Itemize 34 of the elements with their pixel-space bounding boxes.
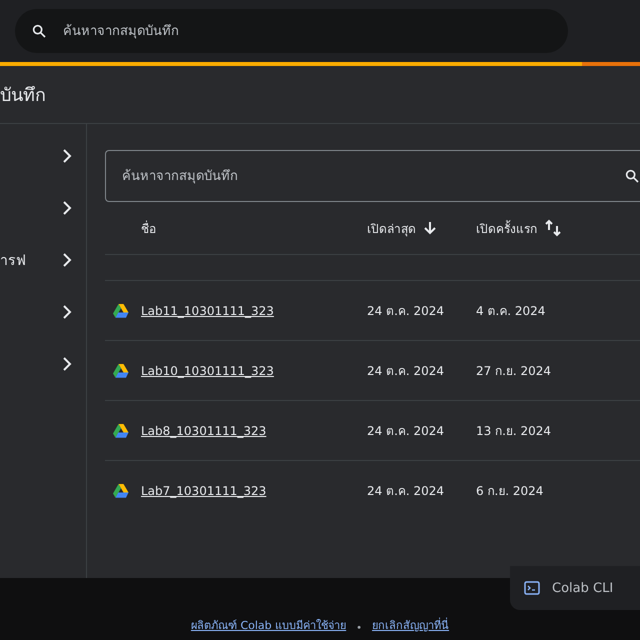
drive-icon	[113, 364, 129, 378]
search-icon	[624, 168, 640, 184]
separator-dot: •	[356, 623, 362, 634]
search-bar[interactable]: ค้นหาจากสมุดบันทึก	[15, 9, 568, 53]
search-icon	[31, 23, 47, 39]
footer-link[interactable]: ยกเลิกสัญญาที่นี่	[372, 616, 450, 634]
table-cell-text: 24 ต.ค. 2024	[367, 483, 446, 500]
dialog-title: บันทึก	[0, 84, 46, 108]
terminal-icon	[524, 581, 540, 595]
arrow-down-icon[interactable]	[424, 221, 436, 235]
search-input[interactable]: ค้นหาจากสมุดบันทึก	[120, 168, 616, 184]
column-header[interactable]: ชื่อ	[141, 218, 156, 238]
table-cell-text: 24 ต.ค. 2024	[367, 303, 446, 320]
drive-icon	[113, 484, 129, 498]
colab-cli-button[interactable]: Colab CLI	[510, 566, 640, 610]
table-cell-text: 27 ก.ย. 2024	[476, 363, 552, 380]
sidebar-item[interactable]: ารฟ	[0, 234, 86, 286]
column-header[interactable]: เปิดครั้งแรก	[476, 218, 537, 238]
drive-icon	[113, 424, 129, 438]
sidebar-label: ารฟ	[0, 252, 26, 271]
notebook-link[interactable]: Lab7_10301111_323	[141, 484, 266, 498]
notebook-link[interactable]: Lab11_10301111_323	[141, 304, 274, 318]
table-cell-text: 4 ต.ค. 2024	[476, 303, 546, 320]
table-cell-text: 6 ก.ย. 2024	[476, 483, 544, 500]
footer-link[interactable]: ผลิตภัณฑ์ Colab แบบมีค่าใช้จ่าย	[190, 616, 346, 634]
notebook-link[interactable]: Lab8_10301111_323	[141, 424, 266, 438]
notebook-link[interactable]: Lab10_10301111_323	[141, 364, 274, 378]
table-cell-text: 24 ต.ค. 2024	[367, 363, 446, 380]
search-field[interactable]: ค้นหาจากสมุดบันทึก	[105, 150, 640, 202]
table-cell-text: 24 ต.ค. 2024	[367, 423, 446, 440]
sort-arrows-icon[interactable]	[545, 219, 561, 237]
column-header[interactable]: เปิดล่าสุด	[367, 218, 416, 238]
table-cell-text: 13 ก.ย. 2024	[476, 423, 552, 440]
drive-icon	[113, 304, 129, 318]
